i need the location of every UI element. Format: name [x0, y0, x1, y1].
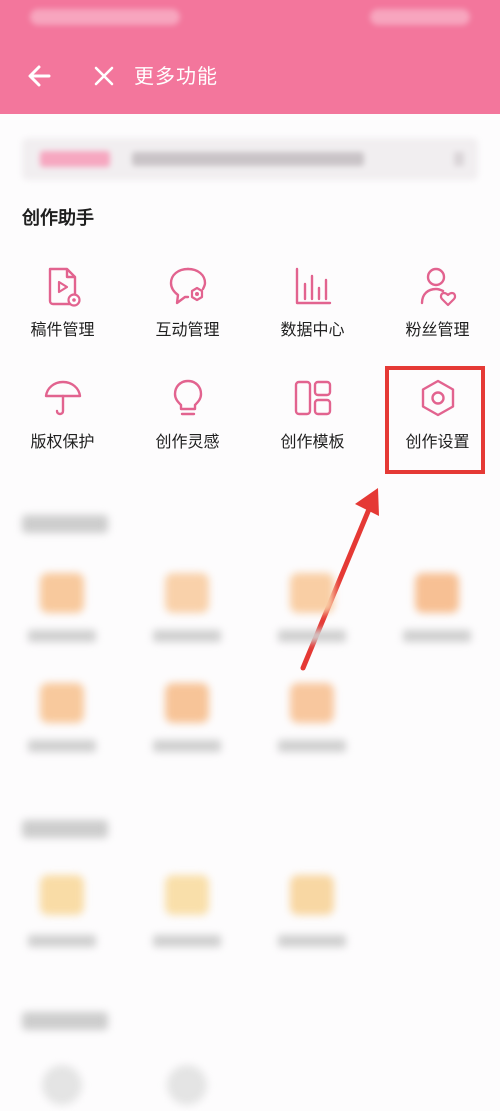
tool-creative-template[interactable]: 创作模板 — [250, 376, 375, 476]
chevron-right-icon — [454, 152, 464, 166]
tool-fan-management[interactable]: 粉丝管理 — [375, 264, 500, 364]
tool-label: 创作模板 — [280, 432, 345, 451]
blurred-section-title — [22, 1012, 108, 1030]
close-icon — [94, 66, 114, 86]
status-bar-right-blurred — [370, 9, 470, 25]
status-bar — [0, 0, 500, 36]
blurred-tool-icon — [165, 573, 209, 613]
blurred-tool-label — [28, 630, 96, 642]
tool-label: 互动管理 — [155, 320, 220, 339]
blurred-tool-icon — [165, 875, 209, 915]
blurred-tool-icon — [165, 683, 209, 723]
notice-text-blurred — [132, 152, 364, 166]
status-bar-left-blurred — [30, 9, 180, 25]
blurred-tool-label — [278, 935, 346, 947]
blurred-tool-icon — [290, 573, 334, 613]
chat-bubble-gear-icon — [166, 264, 210, 308]
blurred-tool-icon — [40, 683, 84, 723]
manuscript-play-icon — [41, 264, 85, 308]
highlight-box — [385, 366, 485, 474]
blurred-tool-icon — [40, 573, 84, 613]
blurred-content-area — [0, 490, 500, 1111]
tool-label: 粉丝管理 — [405, 320, 470, 339]
lightbulb-icon — [166, 376, 210, 420]
blurred-tool-icon — [42, 1065, 82, 1105]
layout-template-icon — [291, 376, 335, 420]
blurred-tool-label — [153, 935, 221, 947]
tool-creative-inspiration[interactable]: 创作灵感 — [125, 376, 250, 476]
blurred-section-title — [22, 820, 108, 838]
blurred-tool-label — [153, 740, 221, 752]
blurred-tool-label — [278, 630, 346, 642]
blurred-tool-icon — [167, 1065, 207, 1105]
blurred-tool-icon — [290, 875, 334, 915]
tool-label: 版权保护 — [30, 432, 95, 451]
tool-label: 稿件管理 — [30, 320, 95, 339]
close-button[interactable] — [86, 58, 122, 94]
blurred-tool-icon — [40, 875, 84, 915]
blurred-tool-label — [28, 935, 96, 947]
blurred-tool-icon — [415, 573, 459, 613]
blurred-tool-icon — [290, 683, 334, 723]
blurred-tool-label — [153, 630, 221, 642]
tool-interaction-management[interactable]: 互动管理 — [125, 264, 250, 364]
tool-label: 数据中心 — [280, 320, 345, 339]
bar-chart-icon — [291, 264, 335, 308]
user-heart-icon — [416, 264, 460, 308]
page-title: 更多功能 — [134, 64, 218, 88]
blurred-section-title — [22, 515, 108, 533]
tool-manuscript-management[interactable]: 稿件管理 — [0, 264, 125, 364]
arrow-left-icon — [28, 65, 51, 87]
tool-data-center[interactable]: 数据中心 — [250, 264, 375, 364]
more-functions-page: 更多功能 创作助手 稿件管理 互动管理 数据中心 粉丝管理 版权保护 创作灵感 … — [0, 0, 500, 1111]
blurred-tool-label — [278, 740, 346, 752]
notice-tag-blurred — [40, 151, 110, 167]
umbrella-icon — [41, 376, 85, 420]
blurred-tool-label — [28, 740, 96, 752]
tool-copyright-protection[interactable]: 版权保护 — [0, 376, 125, 476]
tool-label: 创作灵感 — [155, 432, 220, 451]
top-app-bar: 更多功能 — [0, 0, 500, 114]
section-title-creation-assistant: 创作助手 — [22, 208, 94, 229]
back-button[interactable] — [22, 58, 58, 94]
notice-banner[interactable] — [22, 138, 478, 180]
blurred-tool-label — [403, 630, 471, 642]
